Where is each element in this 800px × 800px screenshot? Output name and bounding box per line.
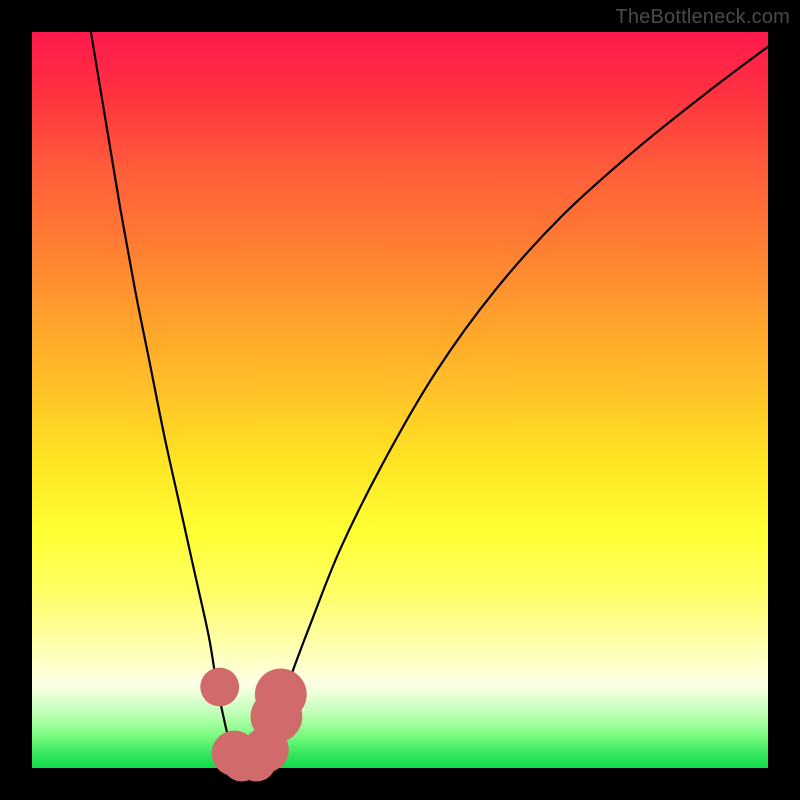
watermark-text: TheBottleneck.com	[615, 6, 790, 29]
marker-left	[200, 668, 239, 707]
curve-layer	[32, 32, 768, 768]
bottleneck-curve	[91, 32, 768, 769]
marker-right-b	[255, 669, 307, 721]
marker-group	[200, 668, 306, 782]
plot-area	[32, 32, 768, 768]
chart-frame: TheBottleneck.com	[0, 0, 800, 800]
